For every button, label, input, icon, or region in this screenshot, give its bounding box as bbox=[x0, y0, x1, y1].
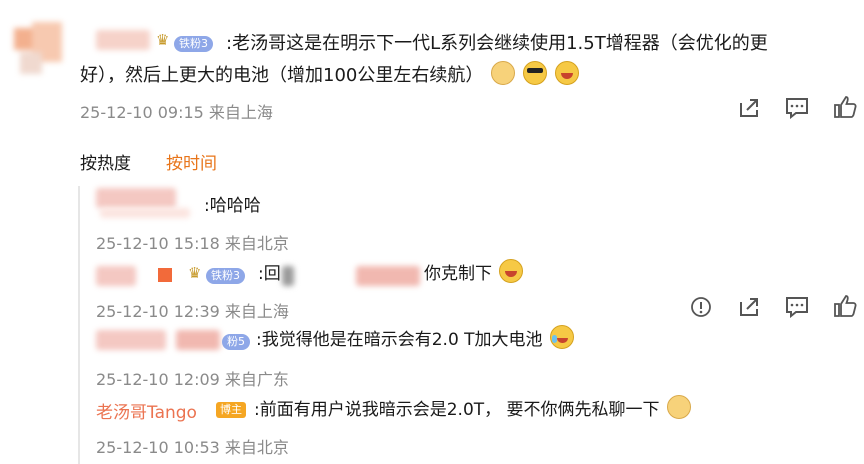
crown-icon: ♛ bbox=[188, 264, 202, 282]
like-icon[interactable] bbox=[833, 294, 857, 318]
like-icon[interactable] bbox=[833, 95, 857, 119]
user-square bbox=[158, 268, 172, 282]
share-icon[interactable] bbox=[738, 97, 760, 119]
username-blurred bbox=[100, 208, 190, 218]
reply-text: :前面有用户说我暗示会是2.0T， 要不你俩先私聊一下 bbox=[254, 394, 691, 426]
dog-emoji-icon bbox=[666, 395, 691, 419]
reply-meta: 25-12-10 12:09 来自广东 bbox=[96, 370, 289, 389]
username-blurred[interactable] bbox=[176, 330, 220, 350]
comment-icon[interactable] bbox=[785, 296, 809, 318]
avatar[interactable] bbox=[14, 22, 62, 74]
comment-meta: 25-12-10 09:15 来自上海 bbox=[80, 103, 273, 122]
fan-badge: 铁粉3 bbox=[174, 36, 213, 52]
reply-prefix: :回 bbox=[258, 264, 281, 284]
reply-meta: 25-12-10 10:53 来自北京 bbox=[96, 438, 289, 457]
info-icon[interactable] bbox=[690, 296, 712, 318]
reply-text: 你克制下 bbox=[424, 258, 524, 290]
comment-text-line2: 好），然后上更大的电池（增加100公里左右续航） bbox=[80, 60, 579, 92]
reply-text: :我觉得他是在暗示会有2.0 T加大电池 bbox=[256, 324, 574, 356]
laugh-emoji-icon bbox=[554, 61, 579, 85]
author-name[interactable]: 老汤哥Tango bbox=[96, 398, 197, 423]
list-item: ♛ 铁粉3 :回 你克制下 25-12-10 12:39 来自上海 bbox=[0, 256, 864, 321]
crown-icon: ♛ bbox=[156, 31, 170, 49]
sort-by-hot-tab[interactable]: 按热度 bbox=[80, 149, 131, 174]
cool-emoji-icon bbox=[522, 61, 547, 85]
dog-emoji-icon bbox=[491, 61, 516, 85]
reply-meta: 25-12-10 15:18 来自北京 bbox=[96, 234, 289, 253]
mention-blurred[interactable] bbox=[356, 266, 420, 286]
list-item: 粉5 :我觉得他是在暗示会有2.0 T加大电池 25-12-10 12:09 来… bbox=[0, 324, 864, 390]
username-blurred[interactable] bbox=[96, 330, 166, 350]
tear-laugh-emoji-icon bbox=[549, 325, 574, 349]
username-blurred[interactable] bbox=[96, 266, 136, 286]
reply-text: :哈哈哈 bbox=[204, 196, 261, 216]
sort-by-time-tab[interactable]: 按时间 bbox=[166, 149, 217, 174]
host-badge: 博主 bbox=[216, 402, 246, 418]
fan-badge: 粉5 bbox=[222, 334, 250, 350]
laugh-emoji-icon bbox=[499, 259, 524, 283]
list-item: 老汤哥Tango 博主 :前面有用户说我暗示会是2.0T， 要不你俩先私聊一下 … bbox=[0, 394, 864, 460]
fan-badge: 铁粉3 bbox=[206, 268, 245, 284]
username-blurred[interactable] bbox=[96, 30, 150, 50]
username-blurred[interactable] bbox=[96, 188, 176, 208]
reply-meta: 25-12-10 12:39 来自上海 bbox=[96, 302, 289, 321]
mention-blurred[interactable] bbox=[282, 266, 294, 286]
list-item: :哈哈哈 25-12-10 15:18 来自北京 bbox=[0, 182, 864, 253]
comment-icon[interactable] bbox=[785, 97, 809, 119]
comment-text-line1: :老汤哥这是在明示下一代L系列会继续使用1.5T增程器（会优化的更 bbox=[226, 33, 768, 54]
share-icon[interactable] bbox=[738, 296, 760, 318]
